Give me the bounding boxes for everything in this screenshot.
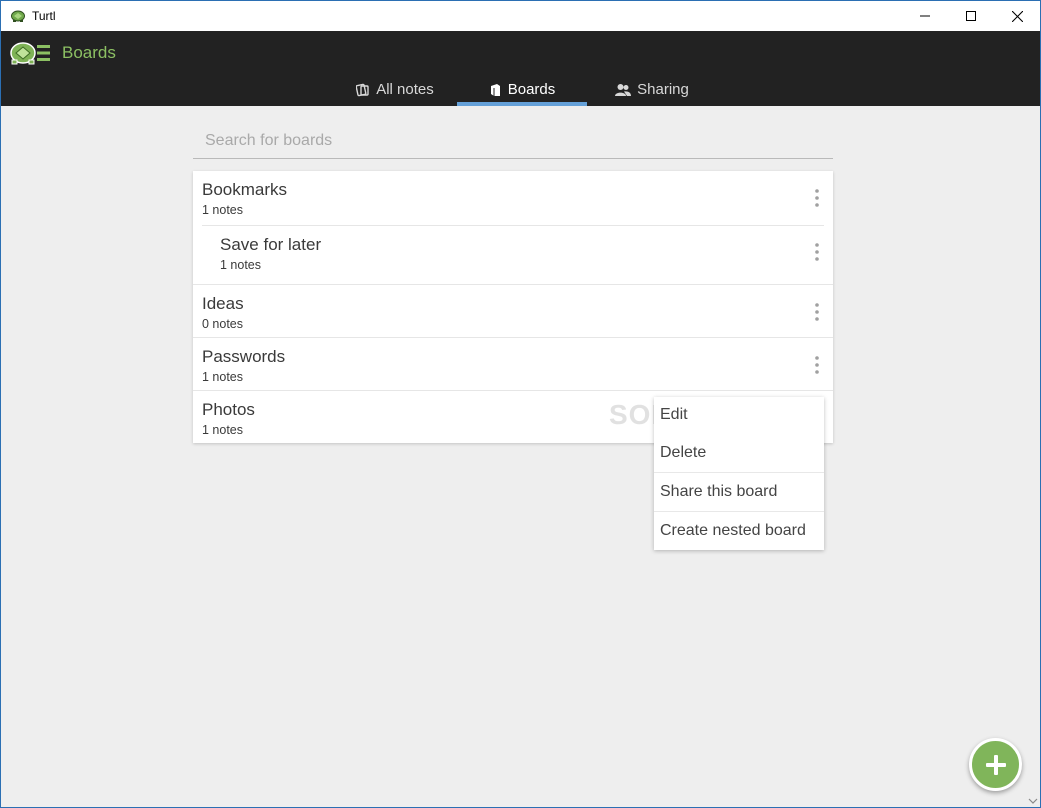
- turtle-icon: [10, 8, 26, 24]
- board-note-count: 1 notes: [202, 423, 244, 437]
- menu-item-share-board[interactable]: Share this board: [654, 472, 824, 511]
- board-title: Save for later: [220, 235, 322, 254]
- plus-icon: [985, 754, 1006, 775]
- app-window: Turtl Boards All notes Boards Sharing Se…: [0, 0, 1041, 808]
- turtle-menu-icon: [10, 42, 50, 65]
- board-title: Ideas: [202, 294, 244, 313]
- board-title: Bookmarks: [202, 180, 288, 199]
- tab-sharing[interactable]: Sharing: [587, 73, 717, 106]
- board-note-count: 0 notes: [202, 317, 244, 331]
- minimize-button[interactable]: [902, 1, 948, 31]
- menu-item-delete[interactable]: Delete: [654, 433, 824, 472]
- search-input[interactable]: [193, 123, 833, 159]
- more-vertical-icon[interactable]: [811, 187, 823, 209]
- board-item-bookmarks[interactable]: Bookmarks 1 notes: [193, 171, 833, 225]
- board-item-ideas[interactable]: Ideas 0 notes: [193, 284, 833, 337]
- users-icon: [615, 83, 632, 97]
- tab-sharing-label: Sharing: [637, 81, 689, 98]
- tab-boards[interactable]: Boards: [457, 73, 587, 106]
- tab-all-notes-label: All notes: [376, 81, 434, 98]
- board-note-count: 1 notes: [220, 258, 262, 272]
- board-icon: [489, 83, 502, 97]
- menu-logo-button[interactable]: [9, 39, 51, 67]
- more-vertical-icon[interactable]: [811, 354, 823, 376]
- maximize-icon: [966, 11, 976, 21]
- tab-all-notes[interactable]: All notes: [333, 73, 457, 106]
- add-board-button[interactable]: [969, 738, 1022, 791]
- page-title: Boards: [62, 43, 116, 62]
- board-title: Passwords: [202, 347, 286, 366]
- board-context-menu: Edit Delete Share this board Create nest…: [654, 397, 824, 550]
- scroll-down-icon[interactable]: [1028, 797, 1038, 805]
- board-note-count: 1 notes: [202, 370, 244, 384]
- menu-item-create-nested-board[interactable]: Create nested board: [654, 511, 824, 550]
- divider: [202, 225, 824, 226]
- board-item-save-for-later[interactable]: Save for later 1 notes: [193, 225, 833, 284]
- title-bar: Turtl: [1, 1, 1040, 31]
- maximize-button[interactable]: [948, 1, 994, 31]
- tab-boards-label: Boards: [507, 81, 556, 98]
- close-icon: [1011, 10, 1023, 22]
- window-title: Turtl: [32, 9, 56, 23]
- board-note-count: 1 notes: [202, 203, 244, 217]
- app-header: Boards All notes Boards Sharing: [1, 31, 1040, 106]
- notes-icon: [356, 83, 370, 97]
- window-controls: [902, 1, 1040, 31]
- menu-item-edit[interactable]: Edit: [654, 397, 824, 433]
- close-button[interactable]: [994, 1, 1040, 31]
- more-vertical-icon[interactable]: [811, 301, 823, 323]
- board-item-passwords[interactable]: Passwords 1 notes: [193, 337, 833, 390]
- board-title: Photos: [202, 400, 255, 419]
- more-vertical-icon[interactable]: [811, 241, 823, 263]
- minimize-icon: [920, 15, 930, 17]
- tab-bar: All notes Boards Sharing: [333, 73, 717, 106]
